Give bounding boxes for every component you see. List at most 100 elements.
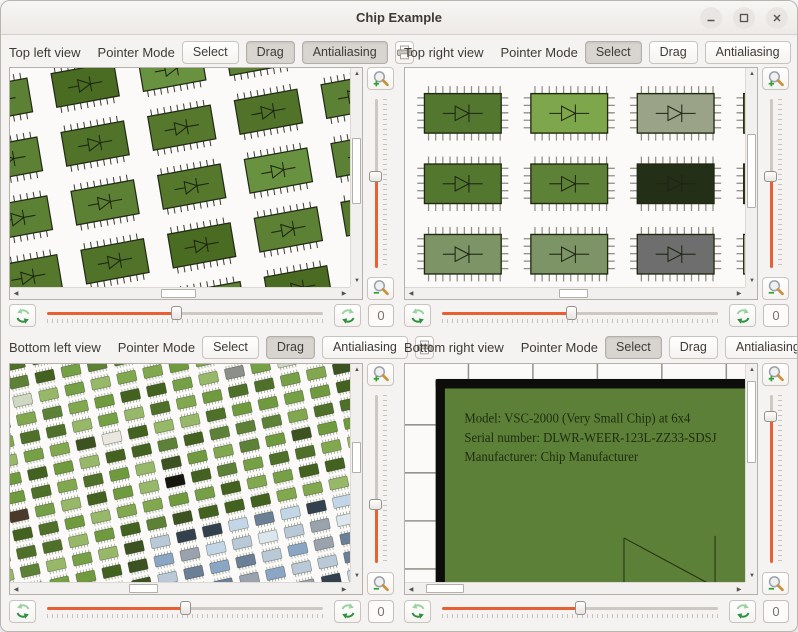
vertical-scrollbar[interactable]: ▲▼	[745, 364, 757, 583]
scrollbar-thumb[interactable]	[747, 381, 756, 463]
zoom-slider[interactable]	[367, 94, 394, 273]
graphics-view-bottom-right[interactable]: Model: VSC-2000 (Very Small Chip) at 6x4…	[404, 363, 758, 596]
drag-button[interactable]: Drag	[649, 41, 698, 64]
scroll-down-arrow-icon[interactable]: ▼	[351, 570, 363, 582]
slider-handle[interactable]	[764, 171, 777, 182]
rotate-right-button[interactable]	[729, 600, 756, 623]
slider-handle[interactable]	[171, 306, 182, 320]
slider-handle[interactable]	[369, 499, 382, 510]
magnifier-minus-icon	[767, 279, 785, 297]
zoom-slider[interactable]	[762, 94, 789, 273]
zoom-out-button[interactable]	[762, 572, 789, 595]
select-button[interactable]: Select	[182, 41, 239, 64]
scroll-down-arrow-icon[interactable]: ▼	[746, 570, 758, 582]
maximize-button[interactable]	[733, 7, 755, 29]
slider-handle[interactable]	[369, 171, 382, 182]
graphics-view-top-left[interactable]: ▲▼ ◀▶	[9, 67, 363, 300]
select-button[interactable]: Select	[202, 336, 259, 359]
slider-ticks	[383, 99, 387, 268]
scrollbar-thumb[interactable]	[747, 134, 756, 208]
rotate-slider[interactable]	[438, 599, 722, 623]
scroll-up-arrow-icon[interactable]: ▲	[351, 364, 363, 376]
slider-handle[interactable]	[575, 601, 586, 615]
toolbar-bottom-right: Bottom right view Pointer Mode Select Dr…	[404, 336, 789, 360]
rotate-left-icon	[409, 602, 427, 620]
slider-handle[interactable]	[566, 306, 577, 320]
zoom-in-button[interactable]	[367, 363, 394, 386]
slider-handle[interactable]	[764, 411, 777, 422]
rotate-slider[interactable]	[43, 599, 327, 623]
select-button[interactable]: Select	[585, 41, 642, 64]
zoom-in-button[interactable]	[762, 67, 789, 90]
scroll-right-arrow-icon[interactable]: ▶	[733, 288, 745, 300]
slider-groove	[442, 312, 718, 315]
scroll-right-arrow-icon[interactable]: ▶	[338, 583, 350, 595]
zoom-slider[interactable]	[762, 390, 789, 569]
rotate-left-button[interactable]	[9, 600, 36, 623]
vertical-scrollbar[interactable]: ▲▼	[350, 68, 362, 287]
zoom-slider[interactable]	[367, 390, 394, 569]
rotate-slider[interactable]	[43, 304, 327, 328]
scroll-left-arrow-icon[interactable]: ◀	[405, 583, 417, 595]
antialiasing-button[interactable]: Antialiasing	[302, 41, 388, 64]
scrollbar-thumb[interactable]	[426, 584, 464, 593]
graphics-view-top-right[interactable]: ▲▼ ◀▶	[404, 67, 758, 300]
scroll-up-arrow-icon[interactable]: ▲	[746, 364, 758, 376]
select-button[interactable]: Select	[605, 336, 662, 359]
antialiasing-button[interactable]: Antialiasing	[725, 336, 798, 359]
magnifier-minus-icon	[372, 575, 390, 593]
scrollbar-thumb[interactable]	[161, 289, 196, 298]
slider-groove	[47, 312, 323, 315]
drag-button[interactable]: Drag	[266, 336, 315, 359]
scroll-up-arrow-icon[interactable]: ▲	[746, 68, 758, 80]
title-bar[interactable]: Chip Example	[1, 1, 797, 35]
slider-handle[interactable]	[180, 601, 191, 615]
scrollbar-thumb[interactable]	[352, 442, 361, 473]
zoom-out-button[interactable]	[367, 277, 394, 300]
vertical-scrollbar[interactable]: ▲▼	[350, 364, 362, 583]
rotate-left-button[interactable]	[404, 600, 431, 623]
zoom-in-button[interactable]	[762, 363, 789, 386]
scroll-down-arrow-icon[interactable]: ▼	[351, 275, 363, 287]
pointer-mode-label: Pointer Mode	[500, 45, 577, 60]
vertical-scrollbar[interactable]: ▲▼	[745, 68, 757, 287]
zoom-out-button[interactable]	[367, 572, 394, 595]
drag-button[interactable]: Drag	[669, 336, 718, 359]
antialiasing-button[interactable]: Antialiasing	[705, 41, 791, 64]
scrollbar-thumb[interactable]	[559, 289, 587, 298]
horizontal-scrollbar[interactable]: ◀▶	[405, 287, 745, 299]
scroll-left-arrow-icon[interactable]: ◀	[10, 583, 22, 595]
close-button[interactable]	[766, 7, 788, 29]
scrollbar-thumb[interactable]	[129, 584, 157, 593]
horizontal-scrollbar[interactable]: ◀▶	[405, 582, 745, 594]
zoom-out-button[interactable]	[762, 277, 789, 300]
rotate-left-button[interactable]	[9, 304, 36, 327]
scroll-left-arrow-icon[interactable]: ◀	[10, 288, 22, 300]
scroll-left-arrow-icon[interactable]: ◀	[405, 288, 417, 300]
antialiasing-button[interactable]: Antialiasing	[322, 336, 408, 359]
drag-button[interactable]: Drag	[246, 41, 295, 64]
window-title: Chip Example	[356, 10, 442, 25]
scroll-down-arrow-icon[interactable]: ▼	[746, 275, 758, 287]
rotate-right-icon	[734, 307, 752, 325]
graphics-view-bottom-left[interactable]: ▲▼ ◀▶	[9, 363, 363, 596]
rotate-right-button[interactable]	[729, 304, 756, 327]
slider-groove	[375, 99, 378, 268]
scrollbar-corner	[745, 287, 757, 299]
magnifier-plus-icon	[767, 365, 785, 383]
zoom-in-button[interactable]	[367, 67, 394, 90]
rotate-left-button[interactable]	[404, 304, 431, 327]
rotate-slider[interactable]	[438, 304, 722, 328]
rotate-right-button[interactable]	[334, 304, 361, 327]
toolbar-bottom-left: Bottom left view Pointer Mode Select Dra…	[9, 336, 394, 360]
scrollbar-thumb[interactable]	[352, 138, 361, 204]
view-label: Bottom left view	[9, 340, 101, 355]
scroll-right-arrow-icon[interactable]: ▶	[733, 583, 745, 595]
scroll-up-arrow-icon[interactable]: ▲	[351, 68, 363, 80]
scroll-right-arrow-icon[interactable]: ▶	[338, 288, 350, 300]
horizontal-scrollbar[interactable]: ◀▶	[10, 582, 350, 594]
app-window: Chip Example Top left view Pointer Mode …	[0, 0, 798, 632]
horizontal-scrollbar[interactable]: ◀▶	[10, 287, 350, 299]
minimize-button[interactable]	[700, 7, 722, 29]
rotate-right-button[interactable]	[334, 600, 361, 623]
